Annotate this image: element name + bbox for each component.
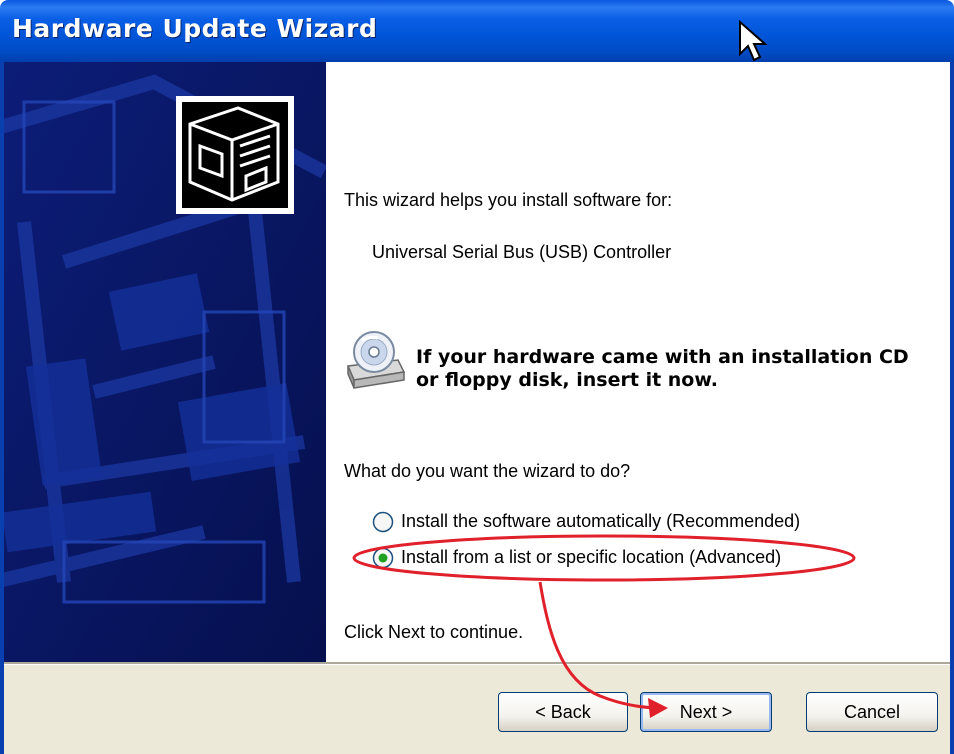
option-auto-label[interactable]: Install the software automatically (Reco… [401,511,800,532]
cd-notice-line2: or floppy disk, insert it now. [416,369,718,391]
device-name: Universal Serial Bus (USB) Controller [372,242,672,262]
option-advanced-label[interactable]: Install from a list or specific location… [401,547,781,568]
cd-drive-icon [346,331,406,389]
question-text: What do you want the wizard to do? [344,461,631,481]
back-button[interactable]: < Back [498,692,628,732]
next-button[interactable]: Next > [640,692,772,732]
intro-text: This wizard helps you install software f… [344,190,673,210]
radio-advanced[interactable] [372,547,394,569]
radio-auto[interactable] [372,511,394,533]
footer-hint: Click Next to continue. [344,622,524,642]
hardware-card-icon [176,96,294,214]
cancel-button[interactable]: Cancel [806,692,938,732]
title-bar[interactable]: Hardware Update Wizard [0,0,954,62]
mouse-cursor-icon [739,20,768,62]
window-title: Hardware Update Wizard [12,14,378,43]
cd-notice-line1: If your hardware came with an installati… [416,346,909,368]
footer-divider [4,662,950,665]
